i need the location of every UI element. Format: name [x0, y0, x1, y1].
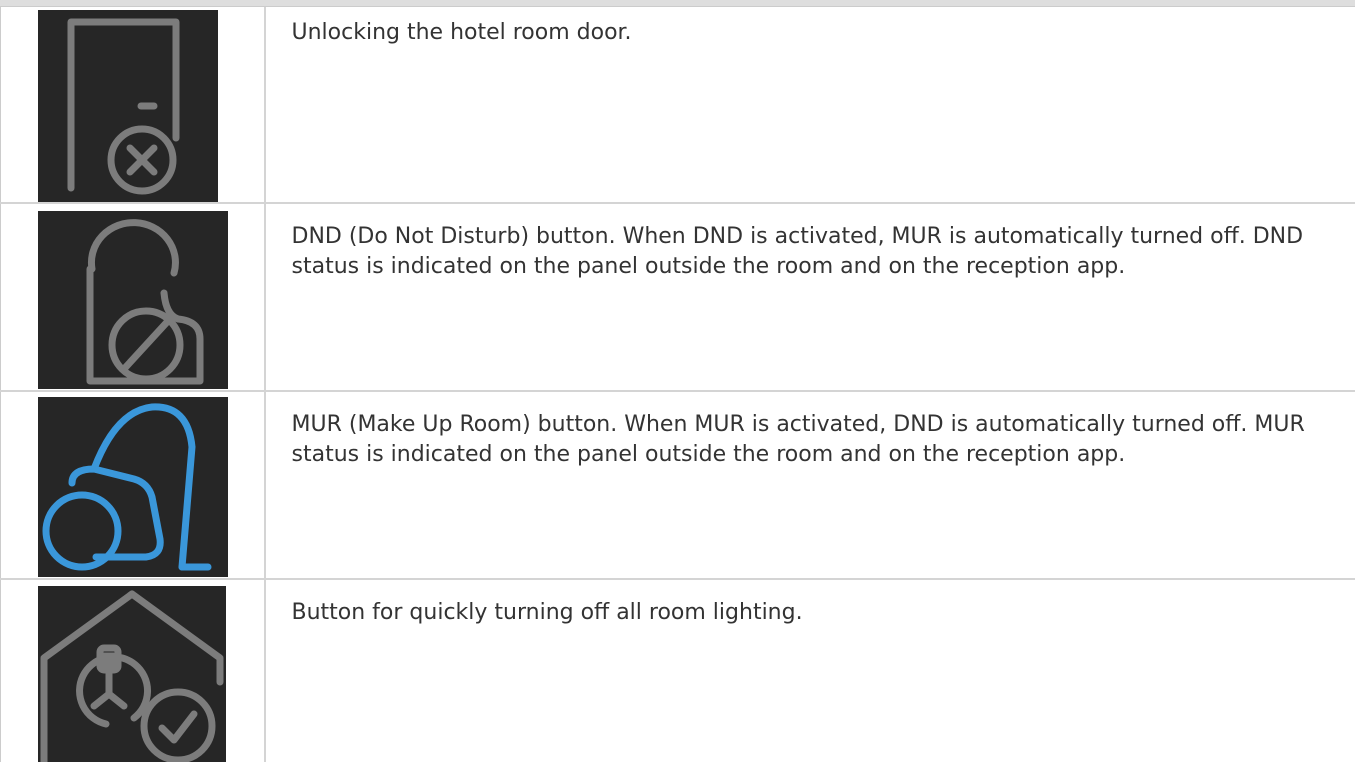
door-unlock-icon	[38, 10, 218, 202]
table-row: Button for quickly turning off all room …	[1, 579, 1355, 762]
icon-tile	[38, 10, 218, 202]
table-row: Unlocking the hotel room door.	[1, 0, 1355, 203]
icon-tile	[38, 397, 228, 577]
icon-cell	[1, 203, 265, 391]
table-row: DND (Do Not Disturb) button. When DND is…	[1, 203, 1355, 391]
row-description: MUR (Make Up Room) button. When MUR is a…	[292, 392, 1332, 470]
row-description: Button for quickly turning off all room …	[292, 580, 1332, 628]
table-header-strip	[0, 0, 1355, 7]
icon-cell	[1, 579, 265, 762]
row-description: DND (Do Not Disturb) button. When DND is…	[292, 204, 1332, 282]
description-cell: Unlocking the hotel room door.	[265, 0, 1355, 203]
description-cell: DND (Do Not Disturb) button. When DND is…	[265, 203, 1355, 391]
table-row: MUR (Make Up Room) button. When MUR is a…	[1, 391, 1355, 579]
row-description: Unlocking the hotel room door.	[292, 0, 1332, 48]
feature-table: Unlocking the hotel room door.	[0, 0, 1355, 762]
icon-tile	[38, 211, 228, 389]
house-lightbulb-check-icon	[38, 586, 226, 762]
icon-cell	[1, 0, 265, 203]
do-not-disturb-hanger-icon	[38, 211, 228, 389]
vacuum-cleaner-icon	[38, 397, 228, 577]
icon-tile	[38, 586, 226, 762]
description-cell: MUR (Make Up Room) button. When MUR is a…	[265, 391, 1355, 579]
icon-cell	[1, 391, 265, 579]
description-cell: Button for quickly turning off all room …	[265, 579, 1355, 762]
